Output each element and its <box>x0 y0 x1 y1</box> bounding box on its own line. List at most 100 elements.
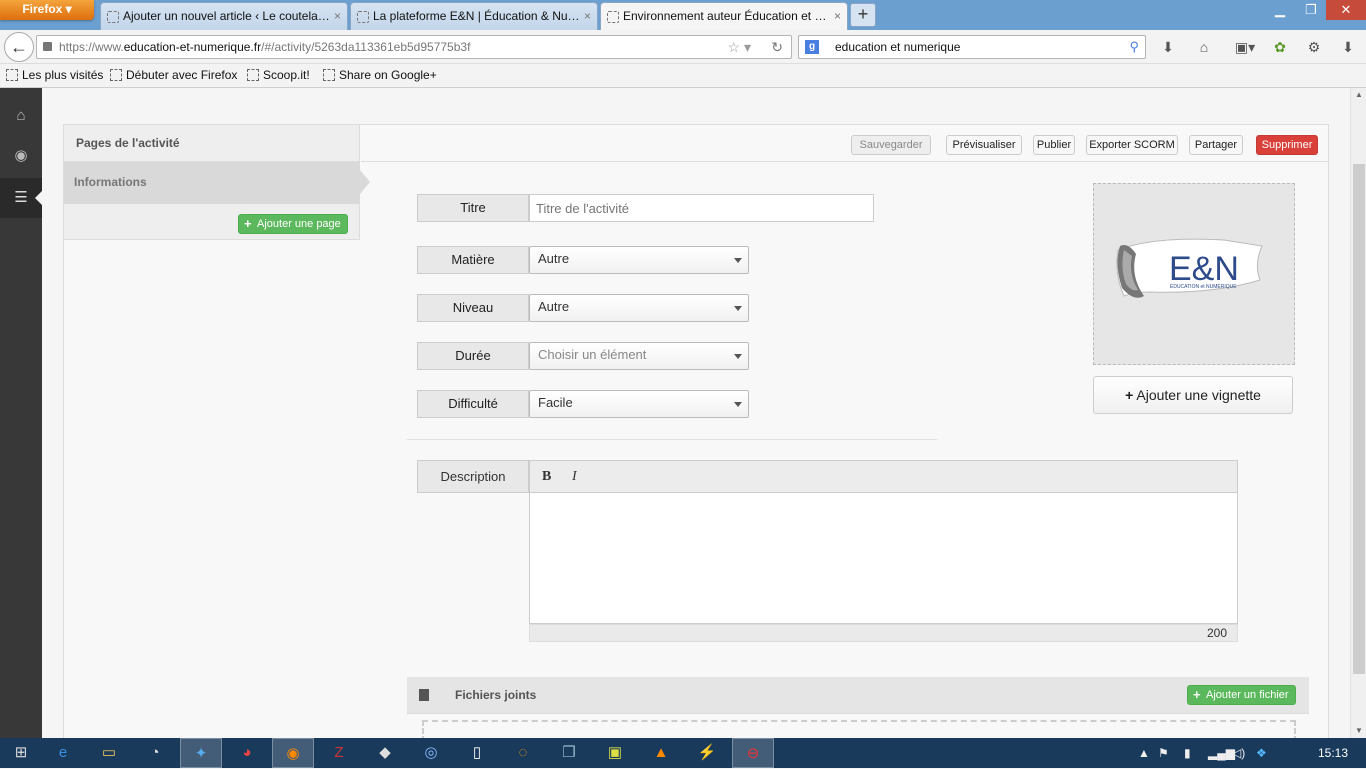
chrome-icon[interactable]: ◕ <box>226 738 268 768</box>
activity-editor: Pages de l'activité Informations + Ajoute… <box>63 124 1329 750</box>
bookmark-label: Les plus visités <box>22 68 104 82</box>
eye-icon[interactable]: ◉ <box>0 136 42 176</box>
chevron-down-icon <box>734 402 742 407</box>
title-input[interactable] <box>529 194 874 222</box>
tab-3[interactable]: Environnement auteur Éducation et … × <box>600 2 848 30</box>
save-button[interactable]: Sauvegarder <box>851 135 931 155</box>
italic-button[interactable]: I <box>572 469 577 485</box>
logo-subtext: ÉDUCATION et NUMÉRIQUE <box>1170 283 1237 290</box>
extension-icon[interactable]: ⚙ <box>1304 38 1324 56</box>
restore-icon[interactable]: ❐ <box>1296 0 1326 20</box>
app-icon[interactable]: ◔ <box>134 738 176 768</box>
file-explorer-icon[interactable]: ▭ <box>88 738 130 768</box>
home-icon[interactable]: ⌂ <box>0 96 42 136</box>
folder-icon <box>6 69 18 81</box>
windows-start-icon[interactable]: ⊞ <box>0 738 42 768</box>
clock[interactable]: 15:13 <box>1318 738 1348 768</box>
bookmark-getting-started[interactable]: Débuter avec Firefox <box>108 68 237 82</box>
download-icon[interactable]: ⬇ <box>1158 38 1178 56</box>
close-window-icon[interactable]: ✕ <box>1326 0 1366 20</box>
search-bar[interactable]: g education et numerique ⚲ <box>798 35 1146 59</box>
addon-icon[interactable]: ✿ <box>1270 38 1290 56</box>
search-icon[interactable]: ⚲ <box>1129 36 1139 58</box>
internet-explorer-icon[interactable]: e <box>42 738 84 768</box>
tray-expand-icon[interactable]: ▲ <box>1138 738 1150 768</box>
vlc-icon[interactable]: ▲ <box>640 738 682 768</box>
scroll-down-icon[interactable]: ▼ <box>1351 724 1366 738</box>
app-icon[interactable]: ◎ <box>410 738 452 768</box>
app-icon[interactable]: ⊖ <box>732 738 774 768</box>
app-sidebar: ⌂ ◉ ☰ <box>0 88 42 738</box>
delete-button[interactable]: Supprimer <box>1256 135 1318 155</box>
tab-title: Ajouter un nouvel article ‹ Le coutela… <box>123 9 330 23</box>
bookmark-share-google[interactable]: Share on Google+ <box>321 68 437 82</box>
tab-1[interactable]: Ajouter un nouvel article ‹ Le coutela… … <box>100 2 348 30</box>
preview-button[interactable]: Prévisualiser <box>946 135 1022 155</box>
subject-select[interactable]: Autre <box>529 246 749 274</box>
bookmark-label: Débuter avec Firefox <box>126 68 238 82</box>
firefox-menu-button[interactable]: Firefox ▾ <box>0 0 94 20</box>
publish-button[interactable]: Publier <box>1033 135 1075 155</box>
twitter-icon[interactable]: ✦ <box>180 738 222 768</box>
network-icon[interactable]: ▂▄▆ <box>1208 738 1235 768</box>
add-thumbnail-label: Ajouter une vignette <box>1136 387 1261 403</box>
app-icon[interactable]: ◌ <box>502 738 544 768</box>
duration-select[interactable]: Choisir un élément <box>529 342 749 370</box>
attachments-label: Fichiers joints <box>455 688 537 702</box>
difficulty-select[interactable]: Facile <box>529 390 749 418</box>
duration-value: Choisir un élément <box>538 347 647 362</box>
bookmark-most-visited[interactable]: Les plus visités <box>4 68 103 82</box>
bookmarks-toolbar: Les plus visités Débuter avec Firefox Sc… <box>0 64 1366 88</box>
add-thumbnail-button[interactable]: + Ajouter une vignette <box>1093 376 1293 414</box>
firefox-menu-label: Firefox <box>22 2 63 16</box>
file-icon <box>419 689 429 701</box>
bookmark-label: Scoop.it! <box>263 68 310 82</box>
export-scorm-button[interactable]: Exporter SCORM <box>1086 135 1178 155</box>
minimize-icon[interactable]: ▁ <box>1264 0 1296 20</box>
browser-titlebar: Firefox ▾ Ajouter un nouvel article ‹ Le… <box>0 0 1366 30</box>
bold-button[interactable]: B <box>542 469 551 485</box>
url-prefix: https://www. <box>59 40 124 54</box>
back-button[interactable]: ← <box>4 32 34 62</box>
scroll-up-icon[interactable]: ▲ <box>1351 88 1366 102</box>
logo-text: E&N <box>1169 250 1239 288</box>
flag-icon[interactable]: ⚑ <box>1158 738 1169 768</box>
inkscape-icon[interactable]: ◆ <box>364 738 406 768</box>
bookmark-scoopit[interactable]: Scoop.it! <box>245 68 310 82</box>
add-file-button[interactable]: + Ajouter un fichier <box>1187 685 1296 705</box>
google-icon[interactable]: g <box>805 40 819 54</box>
close-tab-icon[interactable]: × <box>584 3 591 29</box>
filezilla-icon[interactable]: Z <box>318 738 360 768</box>
page-scrollbar[interactable]: ▲ ▼ <box>1350 88 1366 738</box>
level-label: Niveau <box>417 294 529 322</box>
close-tab-icon[interactable]: × <box>834 3 841 29</box>
battery-icon[interactable]: ▮ <box>1184 738 1191 768</box>
add-page-button[interactable]: + Ajouter une page <box>238 214 348 234</box>
level-select[interactable]: Autre <box>529 294 749 322</box>
page-item-informations[interactable]: Informations <box>64 162 370 204</box>
overflow-menu-icon[interactable]: ⬇ <box>1338 38 1358 56</box>
duration-label: Durée <box>417 342 529 370</box>
lock-icon <box>43 42 52 51</box>
dropbox-icon[interactable]: ❖ <box>1256 738 1267 768</box>
document-icon[interactable]: ▯ <box>456 738 498 768</box>
home-icon[interactable]: ⌂ <box>1194 38 1214 56</box>
tab-2[interactable]: La plateforme E&N | Éducation & Nu… × <box>350 2 598 30</box>
reload-icon[interactable]: ↻ <box>771 36 783 58</box>
firefox-icon[interactable]: ◉ <box>272 738 314 768</box>
list-icon[interactable]: ☰ <box>0 178 42 218</box>
virtualbox-icon[interactable]: ❒ <box>548 738 590 768</box>
app-icon[interactable]: ⚡ <box>686 738 728 768</box>
bookmark-star-icon[interactable]: ☆ ▾ <box>728 36 751 58</box>
share-button[interactable]: Partager <box>1189 135 1243 155</box>
close-tab-icon[interactable]: × <box>334 3 341 29</box>
volume-icon[interactable]: ◁) <box>1232 738 1245 768</box>
new-tab-button[interactable]: + <box>850 3 876 27</box>
action-toolbar: Sauvegarder Prévisualiser Publier Export… <box>361 125 1329 162</box>
description-editor[interactable] <box>529 493 1238 624</box>
url-bar[interactable]: https://www.education-et-numerique.fr/#/… <box>36 35 792 59</box>
app-icon[interactable]: ▣ <box>594 738 636 768</box>
scrollbar-thumb[interactable] <box>1353 164 1365 674</box>
bookmarks-menu-icon[interactable]: ▣▾ <box>1230 38 1260 56</box>
url-domain: education-et-numerique.fr <box>123 40 262 54</box>
